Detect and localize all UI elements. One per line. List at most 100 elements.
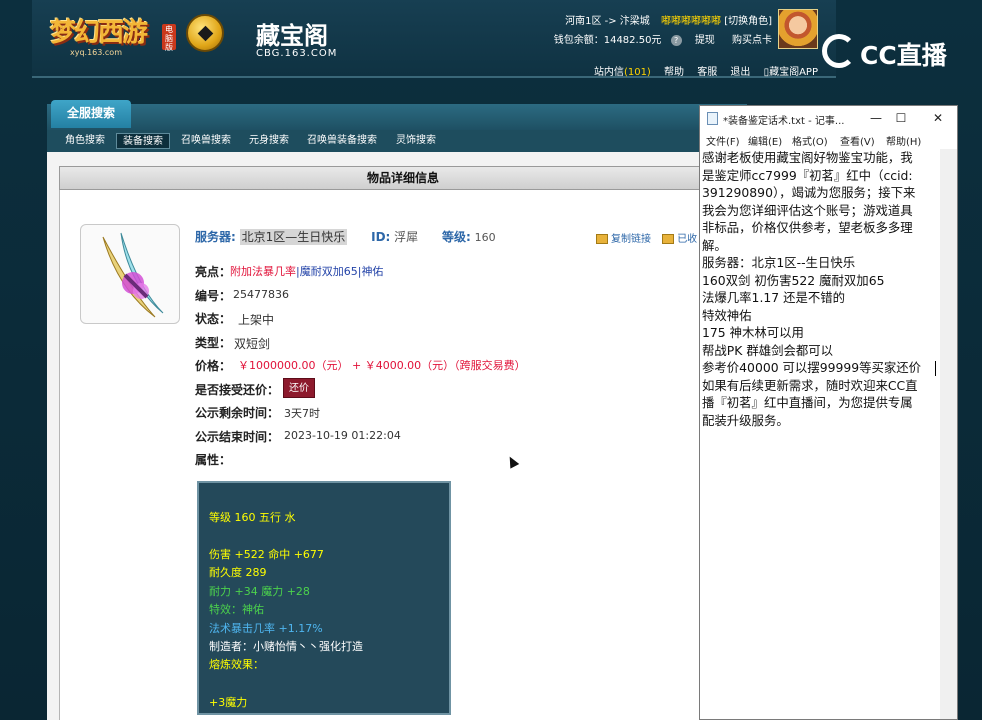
text-line: 帮战PK 群雄剑会都可以 [702,342,834,358]
server-value: 北京1区—生日快乐 [239,229,348,245]
highlight-item: 附加法暴几率 [230,265,296,278]
buy-card-link[interactable]: 购买点卡 [732,35,772,46]
tooltip-line: 熔炼效果： [209,658,264,671]
detail-header: 物品详细信息 [59,166,747,190]
level-label: 等级: [442,230,471,244]
type-value: 双短剑 [234,337,271,351]
highlights-label: 亮点： [195,265,232,279]
collected-label[interactable]: 已收 [677,234,697,245]
text-line: 160双剑 初伤害522 魔耐双加65 [702,272,885,288]
wallet-label: 钱包余额： [553,35,604,46]
messages-link[interactable]: 站内信 [594,67,624,78]
service-link[interactable]: 客服 [697,67,717,78]
folder-icon [596,234,608,244]
mhxy-url: xyq.163.com [70,48,122,57]
tooltip-line: 等级 160 五行 水 [209,511,296,524]
highlight-item: 神佑 [361,265,384,278]
tooltip-line: 法术暴击几率 +1.17% [209,622,323,635]
cbg-logo-text: 藏宝阁 [256,22,328,50]
close-button[interactable]: ✕ [926,109,950,127]
remaining-value: 3天7时 [284,407,320,420]
avatar[interactable] [778,9,818,49]
notepad-titlebar[interactable]: *装备鉴定话术.txt - 记事... — ☐ ✕ [700,106,957,130]
main-tabbar: 全服搜索 [47,100,747,130]
subtab-equipment-search[interactable]: 装备搜索 [116,133,170,149]
app-link[interactable]: ▯藏宝阁APP [764,67,818,78]
subtab-pet-equipment-search[interactable]: 召唤兽装备搜索 [301,133,383,149]
logout-link[interactable]: 退出 [730,67,750,78]
remaining-label: 公示剩余时间： [195,406,280,420]
cc-logo-icon [822,34,856,68]
notepad-window: *装备鉴定话术.txt - 记事... — ☐ ✕ 文件(F) 编辑(E) 格式… [699,105,958,720]
text-line: 解。 [702,237,727,253]
wallet-row: 钱包余额：14482.50元 ? 提现 购买点卡 [554,31,772,46]
switch-role-link[interactable]: [切换角色] [724,16,772,27]
attributes-label: 属性： [195,453,232,467]
text-line: 175 神木林可以用 [702,325,804,340]
help-icon[interactable]: ? [670,35,682,46]
end-time-label: 公示结束时间： [195,430,280,444]
notepad-text-area[interactable]: 感谢老板使用藏宝阁好物鉴宝功能，我 是鉴定师cc7999『初茗』红中（ccid:… [702,149,942,429]
user-info: 河南1区 -> 汴梁城 嘟嘟嘟嘟嘟嘟 [切换角色] 钱包余额：14482.50元… [528,6,818,78]
menu-file[interactable]: 文件(F) [706,133,740,148]
site-header: 梦幻西游 电脑版 xyq.163.com 藏宝阁 CBG.163.COM 河南1… [32,0,836,78]
coin-icon [186,14,224,52]
withdraw-link[interactable]: 提现 [695,35,715,46]
top-nav: 站内信(101) 帮助 客服 退出 ▯藏宝阁APP [584,63,818,78]
text-line: 参考价40000 可以摆99999等买家还价 [702,360,922,375]
subtab-role-search[interactable]: 角色搜索 [59,133,111,149]
minimize-button[interactable]: — [864,109,888,127]
text-caret [935,361,936,376]
favorite-icon [662,234,675,244]
code-value: 25477836 [233,288,289,301]
cbg-logo[interactable]: 藏宝阁 CBG.163.COM [184,10,338,64]
help-link[interactable]: 帮助 [664,67,684,78]
user-location-row: 河南1区 -> 汴梁城 嘟嘟嘟嘟嘟嘟 [切换角色] [565,12,772,27]
menu-format[interactable]: 格式(O) [792,133,828,148]
status-label: 状态： [195,312,232,326]
maximize-button[interactable]: ☐ [889,109,913,127]
bargain-button[interactable]: 还价 [283,378,315,398]
edition-tag: 电脑版 [162,24,176,52]
text-line: 特效神佑 [702,307,752,323]
type-label: 类型： [195,336,232,350]
tooltip-line: 耐久度 289 [209,566,267,579]
text-line: 是鉴定师cc7999『初茗』红中（ccid: [702,167,913,183]
mhxy-logo[interactable]: 梦幻西游 电脑版 xyq.163.com [50,10,178,64]
id-label: ID: [371,230,391,244]
user-nickname[interactable]: 嘟嘟嘟嘟嘟嘟 [661,16,721,27]
menu-help[interactable]: 帮助(H) [886,133,921,148]
bargain-label: 是否接受还价： [195,383,280,397]
notepad-icon [707,112,718,125]
twin-blades-icon [102,232,164,318]
text-line: 391290890），竭诚为您服务；接下来 [702,185,916,200]
mhxy-logo-text: 梦幻西游 [50,18,148,48]
text-line: 如果有后续更新需求，随时欢迎来CC直 [702,377,918,393]
id-value: 浮犀 [394,230,419,244]
subtab-pet-search[interactable]: 召唤兽搜索 [175,133,237,149]
messages-count: (101) [623,67,651,78]
copy-link-label: 复制链接 [611,234,651,245]
subtab-yuanshen-search[interactable]: 元身搜索 [243,133,295,149]
sub-nav: 角色搜索 装备搜索 召唤兽搜索 元身搜索 召唤兽装备搜索 灵饰搜索 [47,130,747,152]
highlight-item: 魔耐双加65 [299,265,358,278]
level-value: 160 [474,231,496,244]
menu-edit[interactable]: 编辑(E) [748,133,782,148]
subtab-lingshi-search[interactable]: 灵饰搜索 [390,133,442,149]
content-panel: 全服搜索 角色搜索 装备搜索 召唤兽搜索 元身搜索 召唤兽装备搜索 灵饰搜索 物… [47,100,747,720]
tab-all-server-search[interactable]: 全服搜索 [51,100,131,128]
tooltip-line: 伤害 +522 命中 +677 [209,548,324,561]
tooltip-line: 特效：神佑 [209,603,264,616]
cc-logo-text: CC直播 [860,41,947,70]
notepad-scrollbar[interactable] [940,149,957,719]
game-background: 梦幻西游 电脑版 xyq.163.com 藏宝阁 CBG.163.COM 河南1… [0,0,982,720]
end-time-value: 2023-10-19 01:22:04 [284,429,401,442]
code-label: 编号： [195,289,232,303]
copy-link[interactable]: 复制链接 已收 [596,230,697,245]
menu-view[interactable]: 查看(V) [840,133,875,148]
price-value: ￥1000000.00（元） + ￥4000.00（元）（跨服交易费） [238,359,526,372]
text-line: 感谢老板使用藏宝阁好物鉴宝功能，我 [702,150,913,165]
cbg-url: CBG.163.COM [256,48,338,59]
text-line: 配装升级服务。 [702,412,789,428]
price-label: 价格： [195,359,232,373]
